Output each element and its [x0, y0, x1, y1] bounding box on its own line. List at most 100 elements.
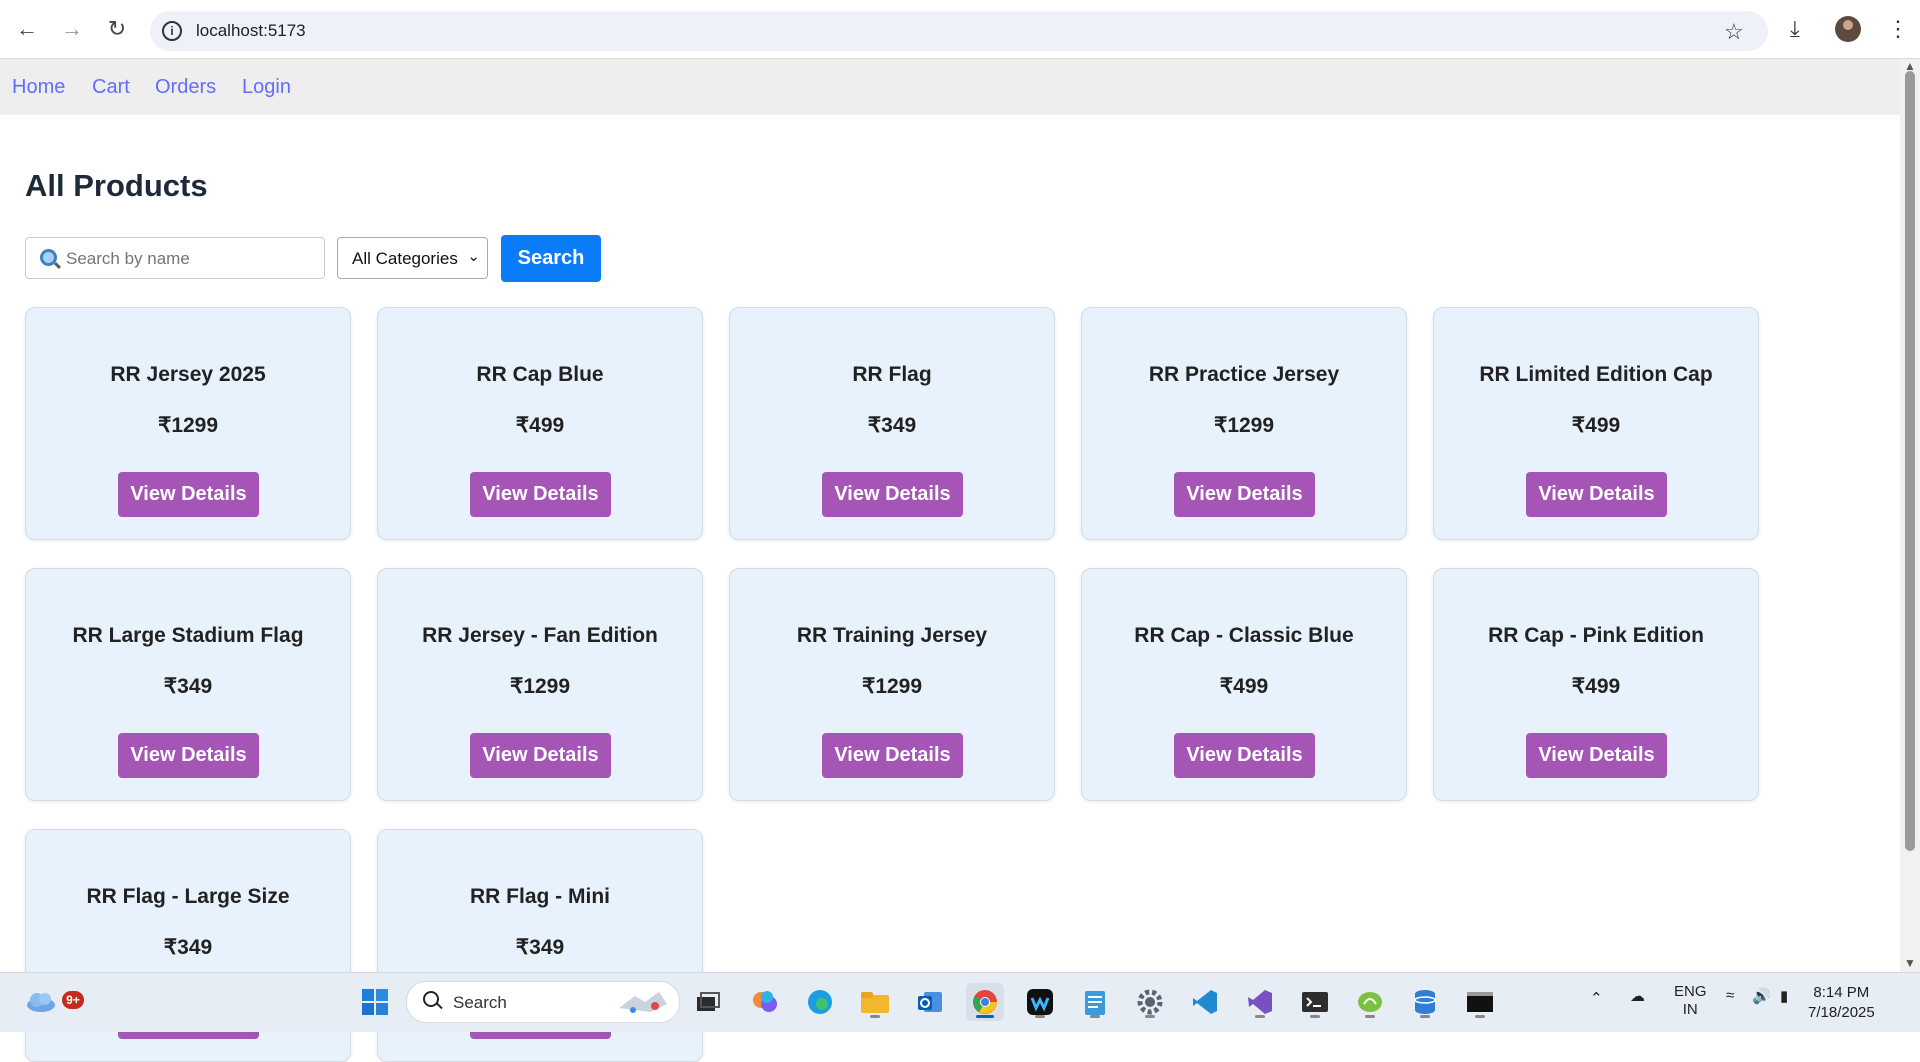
- taskbar-search-label: Search: [453, 993, 507, 1012]
- clock-date: 7/18/2025: [1808, 1004, 1875, 1021]
- product-price: ₹1299: [861, 675, 923, 698]
- search-highlight-decoration-icon: [619, 992, 667, 1013]
- volume-icon[interactable]: 🔊: [1752, 987, 1771, 1005]
- region-code: IN: [1682, 1001, 1698, 1018]
- search-input[interactable]: [64, 246, 318, 272]
- nav-home-link[interactable]: Home: [12, 76, 65, 99]
- product-price: ₹349: [163, 936, 213, 959]
- product-price: ₹499: [515, 414, 565, 437]
- copilot-icon[interactable]: [746, 983, 784, 1021]
- product-price: ₹1299: [509, 675, 571, 698]
- show-hidden-icons-chevron-icon[interactable]: ⌃: [1590, 989, 1603, 1007]
- product-name: RR Practice Jersey: [1148, 363, 1340, 386]
- clock[interactable]: 8:14 PM 7/18/2025: [1808, 983, 1875, 1023]
- profile-avatar[interactable]: [1835, 16, 1861, 42]
- vscode-icon[interactable]: [1186, 983, 1224, 1021]
- product-price: ₹1299: [157, 414, 219, 437]
- back-icon[interactable]: ←: [10, 12, 44, 46]
- active-indicator: [976, 1015, 994, 1018]
- view-details-button[interactable]: View Details: [822, 733, 963, 778]
- address-bar[interactable]: i localhost:5173 ☆: [150, 11, 1768, 51]
- bookmark-star-icon[interactable]: ☆: [1724, 19, 1744, 45]
- browser-toolbar: ← → ↻ i localhost:5173 ☆ ⤓ ⋮: [0, 0, 1920, 59]
- product-name: RR Flag: [852, 363, 932, 386]
- download-icon[interactable]: ⤓: [1790, 16, 1800, 42]
- product-price: ₹499: [1571, 414, 1621, 437]
- windows-taskbar: 9+ Search ⌃ ☁ ENG IN ≈ 🔊 ▮ 8:14 PM 7/18/…: [0, 972, 1920, 1032]
- database-app-icon[interactable]: [1406, 983, 1444, 1021]
- onedrive-offline-icon[interactable]: ☁: [1630, 987, 1645, 1005]
- webex-icon[interactable]: [1021, 983, 1059, 1021]
- language-indicator[interactable]: ENG IN: [1674, 983, 1707, 1019]
- nav-cart-link[interactable]: Cart: [92, 76, 130, 99]
- running-indicator: [1255, 1015, 1265, 1018]
- edge-browser-icon[interactable]: [801, 983, 839, 1021]
- taskbar-search-box[interactable]: Search: [406, 981, 680, 1023]
- weather-widget[interactable]: 9+: [24, 985, 84, 1015]
- search-button[interactable]: Search: [501, 235, 601, 282]
- product-card: RR Large Stadium Flag ₹349 View Details: [25, 568, 351, 801]
- notepad-icon[interactable]: [1076, 983, 1114, 1021]
- product-name: RR Cap - Classic Blue: [1134, 624, 1354, 647]
- url-text[interactable]: localhost:5173: [196, 21, 306, 41]
- outlook-icon[interactable]: [911, 983, 949, 1021]
- product-card: RR Limited Edition Cap ₹499 View Details: [1433, 307, 1759, 540]
- product-name: RR Jersey 2025: [110, 363, 266, 386]
- page-scrollbar[interactable]: ▲ ▼: [1900, 59, 1920, 972]
- category-selected-value: All Categories: [352, 249, 458, 268]
- view-details-button[interactable]: View Details: [118, 733, 259, 778]
- running-indicator: [1145, 1015, 1155, 1018]
- product-name: RR Limited Edition Cap: [1479, 363, 1713, 386]
- running-indicator: [1420, 1015, 1430, 1018]
- running-indicator: [1090, 1015, 1100, 1018]
- scroll-thumb[interactable]: [1905, 71, 1915, 851]
- product-card: RR Cap Blue ₹499 View Details: [377, 307, 703, 540]
- settings-gear-icon[interactable]: [1131, 983, 1169, 1021]
- scroll-down-arrow-icon[interactable]: ▼: [1904, 956, 1916, 970]
- nav-orders-link[interactable]: Orders: [155, 76, 216, 99]
- product-card: RR Training Jersey ₹1299 View Details: [729, 568, 1055, 801]
- chrome-browser-icon[interactable]: [966, 983, 1004, 1021]
- language-code: ENG: [1674, 983, 1707, 1000]
- product-price: ₹499: [1571, 675, 1621, 698]
- product-price: ₹349: [867, 414, 917, 437]
- product-name: RR Training Jersey: [796, 624, 988, 647]
- reload-icon[interactable]: ↻: [100, 12, 134, 46]
- running-indicator: [870, 1015, 880, 1018]
- cloud-icon: [27, 993, 55, 1012]
- page-title: All Products: [25, 168, 208, 203]
- battery-icon[interactable]: ▮: [1780, 987, 1788, 1005]
- view-details-button[interactable]: View Details: [118, 472, 259, 517]
- start-windows-icon[interactable]: [356, 983, 394, 1021]
- product-name: RR Cap - Pink Edition: [1488, 624, 1704, 647]
- magnifier-icon: [40, 249, 57, 266]
- category-select[interactable]: All Categories ⌄: [337, 237, 488, 279]
- clock-time: 8:14 PM: [1813, 984, 1870, 1001]
- search-field-wrapper[interactable]: [25, 237, 325, 279]
- product-card: RR Cap - Pink Edition ₹499 View Details: [1433, 568, 1759, 801]
- product-price: ₹349: [515, 936, 565, 959]
- cmd-prompt-icon[interactable]: [1461, 983, 1499, 1021]
- task-view-icon[interactable]: [689, 983, 727, 1021]
- view-details-button[interactable]: View Details: [1174, 472, 1315, 517]
- site-info-icon[interactable]: i: [162, 21, 182, 41]
- nav-login-link[interactable]: Login: [242, 76, 291, 99]
- view-details-button[interactable]: View Details: [1526, 733, 1667, 778]
- menu-kebab-icon[interactable]: ⋮: [1887, 16, 1909, 42]
- wifi-icon[interactable]: ≈: [1726, 987, 1734, 1004]
- app-navbar: Home Cart Orders Login: [0, 59, 1900, 115]
- terminal-icon[interactable]: [1296, 983, 1334, 1021]
- forward-icon[interactable]: →: [55, 12, 89, 46]
- view-details-button[interactable]: View Details: [470, 472, 611, 517]
- view-details-button[interactable]: View Details: [822, 472, 963, 517]
- notification-badge: 9+: [62, 991, 84, 1009]
- product-price: ₹1299: [1213, 414, 1275, 437]
- view-details-button[interactable]: View Details: [1174, 733, 1315, 778]
- product-name: RR Large Stadium Flag: [72, 624, 304, 647]
- green-app-icon[interactable]: [1351, 983, 1389, 1021]
- visual-studio-icon[interactable]: [1241, 983, 1279, 1021]
- view-details-button[interactable]: View Details: [1526, 472, 1667, 517]
- product-name: RR Flag - Mini: [470, 885, 610, 908]
- view-details-button[interactable]: View Details: [470, 733, 611, 778]
- file-explorer-icon[interactable]: [856, 983, 894, 1021]
